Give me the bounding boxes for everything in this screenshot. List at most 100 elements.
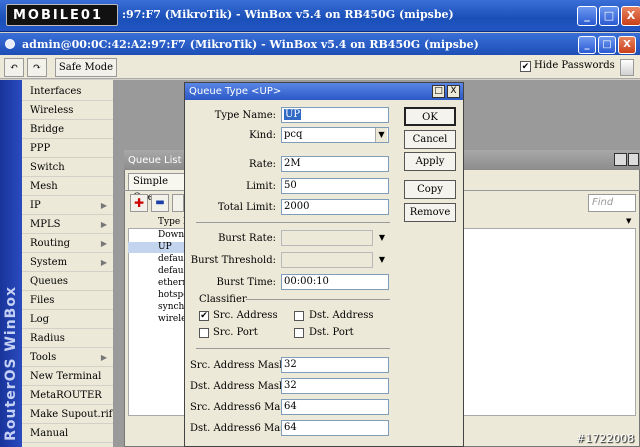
- table-row[interactable]: synchr: [128, 302, 188, 313]
- sidebar-item-make-supout[interactable]: Make Supout.rif: [22, 405, 113, 424]
- queue-find-input[interactable]: Find: [588, 194, 636, 212]
- sidebar-item-label: MPLS: [30, 219, 61, 230]
- src-port-checkbox[interactable]: [199, 328, 209, 338]
- sidebar-item-ppp[interactable]: PPP: [22, 139, 113, 158]
- sidebar-item-mesh[interactable]: Mesh: [22, 177, 113, 196]
- sidebar-item-label: Mesh: [30, 181, 58, 192]
- kind-dropdown-icon[interactable]: ▼: [375, 128, 387, 142]
- table-row[interactable]: defaul: [128, 254, 188, 265]
- outer-window-title: :97:F7 (MikroTik) - WinBox v5.4 on RB450…: [122, 8, 454, 21]
- dst-address-label: Dst. Address: [309, 310, 374, 321]
- sidebar-item-wireless[interactable]: Wireless: [22, 101, 113, 120]
- apply-button[interactable]: Apply: [404, 152, 456, 171]
- inner-close-button[interactable]: X: [618, 36, 636, 54]
- sidebar-item-label: Files: [30, 295, 55, 306]
- inner-minimize-button[interactable]: _: [578, 36, 596, 54]
- column-dropdown-icon[interactable]: ▼: [626, 217, 631, 225]
- dst-address-checkbox[interactable]: [294, 311, 304, 321]
- mobile01-logo: MOBILE01: [6, 4, 118, 26]
- table-row[interactable]: wireles: [128, 314, 188, 325]
- sidebar-item-new-terminal[interactable]: New Terminal: [22, 367, 113, 386]
- sidebar-item-ip[interactable]: IP ▶: [22, 196, 113, 215]
- winbox-app-icon: [5, 39, 15, 49]
- dst-address-mask-input[interactable]: 32: [281, 378, 389, 394]
- submenu-arrow-icon: ▶: [100, 258, 107, 267]
- burst-threshold-dropdown-icon[interactable]: ▼: [376, 253, 388, 267]
- dst-port-checkbox[interactable]: [294, 328, 304, 338]
- burst-threshold-input[interactable]: [281, 252, 373, 268]
- limit-input[interactable]: 50: [281, 178, 389, 194]
- undo-button[interactable]: ↶: [4, 58, 24, 77]
- src-address-mask-label: Src. Address Mask:: [190, 360, 289, 371]
- remove-button[interactable]: Remove: [404, 203, 456, 222]
- hide-passwords-checkbox[interactable]: ✔: [520, 61, 531, 72]
- sidebar-item-files[interactable]: Files: [22, 291, 113, 310]
- rate-label: Rate:: [248, 159, 276, 170]
- total-limit-input[interactable]: 2000: [281, 199, 389, 215]
- routeros-brand-text: RouterOS WinBox: [3, 286, 19, 441]
- cancel-button[interactable]: Cancel: [404, 130, 456, 149]
- kind-label: Kind:: [249, 130, 276, 141]
- sidebar-item-routing[interactable]: Routing ▶: [22, 234, 113, 253]
- sidebar-item-metarouter[interactable]: MetaROUTER: [22, 386, 113, 405]
- table-row[interactable]: Down: [128, 230, 188, 241]
- sidebar-item-label: Interfaces: [30, 86, 82, 97]
- sidebar-item-mpls[interactable]: MPLS ▶: [22, 215, 113, 234]
- remove-queue-button[interactable]: ▬: [151, 194, 169, 212]
- table-row[interactable]: etherne: [128, 278, 188, 289]
- table-row[interactable]: hotspo: [128, 290, 188, 301]
- sidebar-item-switch[interactable]: Switch: [22, 158, 113, 177]
- queue-list-restore-button[interactable]: [614, 153, 627, 166]
- dialog-restore-button[interactable]: □: [432, 85, 445, 98]
- submenu-arrow-icon: ▶: [100, 239, 107, 248]
- rate-input[interactable]: 2M: [281, 156, 389, 172]
- type-name-input[interactable]: UP: [281, 107, 389, 123]
- burst-rate-input[interactable]: [281, 230, 373, 246]
- redo-button[interactable]: ↷: [27, 58, 47, 77]
- classifier-label: Classifier: [199, 294, 247, 305]
- sidebar-item-label: Make Supout.rif: [30, 409, 113, 420]
- enable-queue-button[interactable]: [172, 194, 184, 212]
- tab-simple-queues[interactable]: Simple Queu: [128, 173, 190, 203]
- dst-address6-mask-label: Dst. Address6 Mask:: [190, 423, 295, 434]
- outer-maximize-button[interactable]: □: [599, 6, 619, 26]
- src-address-checkbox[interactable]: ✔: [199, 311, 209, 321]
- sidebar-item-radius[interactable]: Radius: [22, 329, 113, 348]
- table-row[interactable]: defaul: [128, 266, 188, 277]
- ok-button[interactable]: OK: [404, 107, 456, 126]
- sidebar-item-system[interactable]: System ▶: [22, 253, 113, 272]
- sidebar-item-label: PPP: [30, 143, 51, 154]
- sidebar-item-label: New Terminal: [30, 371, 102, 382]
- add-queue-button[interactable]: ✚: [130, 194, 148, 212]
- sidebar-item-log[interactable]: Log: [22, 310, 113, 329]
- section-divider: [196, 348, 390, 349]
- sidebar-item-queues[interactable]: Queues: [22, 272, 113, 291]
- src-address6-mask-input[interactable]: 64: [281, 399, 389, 415]
- sidebar-menu: Interfaces Wireless Bridge PPP Switch Me…: [22, 80, 114, 447]
- outer-close-button[interactable]: X: [621, 6, 640, 26]
- burst-time-label: Burst Time:: [216, 277, 276, 288]
- safe-mode-button[interactable]: Safe Mode: [55, 58, 117, 77]
- inner-maximize-button[interactable]: □: [598, 36, 616, 54]
- hide-passwords-label: Hide Passwords: [534, 60, 615, 71]
- dialog-close-button[interactable]: X: [447, 85, 460, 98]
- sidebar-item-label: Queues: [30, 276, 69, 287]
- sidebar-item-bridge[interactable]: Bridge: [22, 120, 113, 139]
- sidebar-item-interfaces[interactable]: Interfaces: [22, 82, 113, 101]
- outer-minimize-button[interactable]: _: [577, 6, 597, 26]
- table-row-selected[interactable]: UP: [128, 242, 188, 253]
- dst-address6-mask-input[interactable]: 64: [281, 420, 389, 436]
- copy-button[interactable]: Copy: [404, 180, 456, 199]
- burst-rate-label: Burst Rate:: [218, 233, 276, 244]
- sidebar-item-tools[interactable]: Tools ▶: [22, 348, 113, 367]
- burst-time-input[interactable]: 00:00:10: [281, 274, 389, 290]
- kind-select[interactable]: pcq: [281, 127, 389, 143]
- src-address-mask-input[interactable]: 32: [281, 357, 389, 373]
- queue-list-close-button[interactable]: [628, 153, 639, 166]
- sidebar-item-manual[interactable]: Manual: [22, 424, 113, 443]
- plus-icon: ✚: [133, 196, 145, 210]
- burst-rate-dropdown-icon[interactable]: ▼: [376, 231, 388, 245]
- limit-label: Limit:: [246, 181, 276, 192]
- dst-address-mask-label: Dst. Address Mask:: [190, 381, 289, 392]
- sidebar-item-label: Bridge: [30, 124, 65, 135]
